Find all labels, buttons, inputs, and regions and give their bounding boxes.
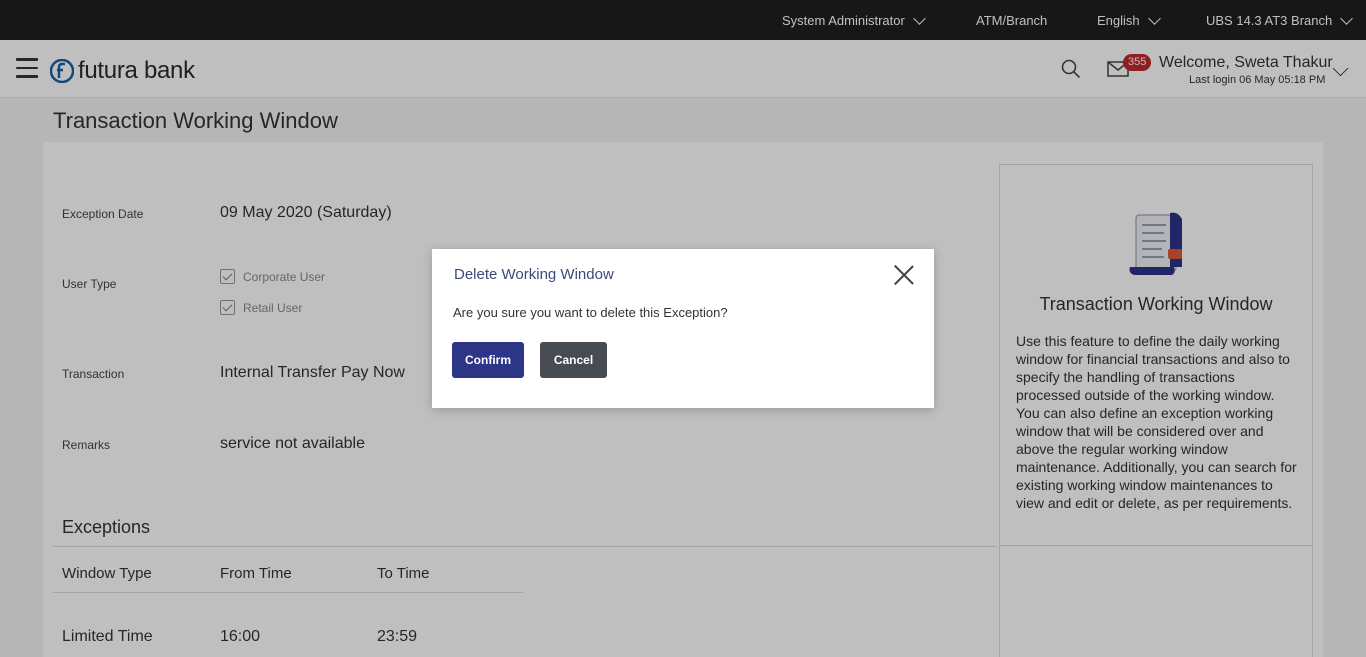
cancel-button[interactable]: Cancel xyxy=(540,342,607,378)
close-icon[interactable] xyxy=(892,263,916,287)
dialog-message: Are you sure you want to delete this Exc… xyxy=(453,305,728,320)
delete-confirm-dialog: Delete Working Window Are you sure you w… xyxy=(432,249,934,408)
confirm-button[interactable]: Confirm xyxy=(452,342,524,378)
dialog-title: Delete Working Window xyxy=(454,266,614,283)
